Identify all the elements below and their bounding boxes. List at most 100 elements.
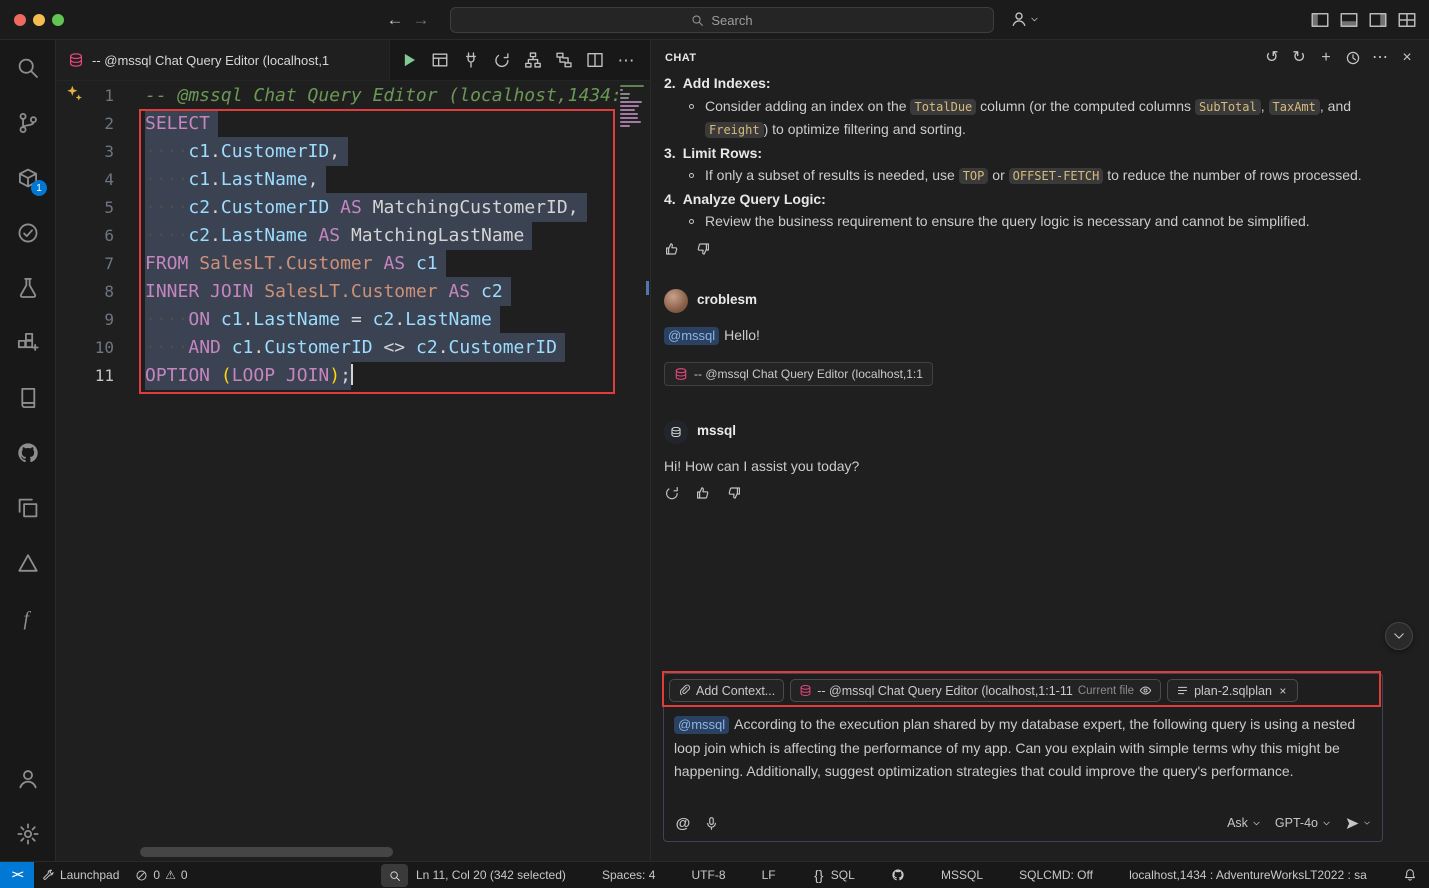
chat-message-list[interactable]: 2.Add Indexes:Consider adding an index o… (651, 76, 1429, 672)
mention-button[interactable]: @ (675, 815, 691, 831)
status-bar-item[interactable]: localhost,1434 : AdventureWorksLT2022 : … (1125, 862, 1371, 888)
status-bar-item[interactable]: Spaces: 4 (598, 862, 659, 888)
status-bar-item[interactable]: SQLCMD: Off (1015, 862, 1097, 888)
activity-bar-item-search[interactable] (0, 40, 56, 95)
command-center-search[interactable]: Search (450, 7, 994, 33)
code-line-content[interactable]: OPTION (LOOP JOIN); (145, 362, 353, 390)
code-line-content[interactable]: ····ON c1.LastName = c2.LastName (145, 306, 500, 334)
play-icon[interactable] (400, 51, 418, 69)
close-icon[interactable]: × (1399, 50, 1415, 66)
minimize-window-button[interactable] (33, 14, 45, 26)
thumb-down-icon[interactable] (726, 485, 742, 501)
activity-bar-item-package[interactable]: 1 (0, 150, 56, 205)
history-icon[interactable] (1345, 50, 1361, 66)
send-button[interactable] (1345, 816, 1371, 831)
chat-list-item-label: Limit Rows: (683, 145, 762, 161)
chat-list-item-label: Add Indexes: (683, 76, 771, 91)
activity-bar-item-triangle[interactable] (0, 535, 56, 590)
plug-icon[interactable] (462, 51, 480, 69)
activity-bar-item-copy-squares[interactable] (0, 480, 56, 535)
code-line-content[interactable]: FROM SalesLT.Customer AS c1 (145, 250, 446, 278)
layout-right-icon[interactable] (1368, 10, 1388, 30)
mic-button[interactable] (704, 816, 719, 831)
mode-picker[interactable]: Ask (1227, 816, 1261, 830)
context-chip[interactable]: Add Context... (669, 679, 784, 702)
status-bar-item[interactable]: Ln 11, Col 20 (342 selected) (412, 862, 570, 888)
horizontal-scrollbar[interactable] (140, 847, 393, 857)
code-text: ····c1.CustomerID, (145, 137, 348, 166)
eye-icon[interactable] (1139, 684, 1152, 697)
code-line-content[interactable]: ····AND c1.CustomerID <> c2.CustomerID (145, 334, 565, 362)
chat-input-text[interactable]: @mssqlAccording to the execution plan sh… (664, 707, 1382, 784)
code-line-content[interactable]: ····c2.LastName AS MatchingLastName (145, 222, 532, 250)
status-bar-item[interactable]: {}SQL (808, 862, 859, 888)
table-icon[interactable] (431, 51, 449, 69)
warning-icon: ⚠ (165, 868, 176, 882)
close-window-button[interactable] (14, 14, 26, 26)
code-line-content[interactable]: ····c2.CustomerID AS MatchingCustomerID, (145, 194, 587, 222)
plan-icon[interactable] (555, 51, 573, 69)
code-editor[interactable]: 1-- @mssql Chat Query Editor (localhost,… (56, 81, 650, 861)
status-bar-item[interactable]: MSSQL (937, 862, 987, 888)
layout-grid-icon[interactable] (1397, 10, 1417, 30)
launchpad-button[interactable]: Launchpad (34, 862, 127, 888)
go-forward-button[interactable]: → (412, 11, 430, 29)
activity-bar-item-function-f[interactable]: f (0, 590, 56, 645)
problems-button[interactable]: 0 ⚠ 0 (127, 862, 195, 888)
chevron-down-icon (1030, 15, 1039, 24)
thumb-down-icon[interactable] (695, 241, 711, 257)
code-line: 5····c2.CustomerID AS MatchingCustomerID… (56, 194, 650, 222)
undo-icon[interactable]: ↺ (1264, 50, 1280, 66)
more-icon[interactable]: ⋯ (617, 51, 635, 69)
refresh-icon[interactable] (493, 51, 511, 69)
status-bar-item[interactable]: UTF-8 (688, 862, 730, 888)
attached-file-chip[interactable]: -- @mssql Chat Query Editor (localhost,1… (664, 362, 933, 386)
code-line-content[interactable]: -- @mssql Chat Query Editor (localhost,1… (145, 82, 622, 110)
layout-panel-icon[interactable] (1339, 10, 1359, 30)
error-icon (135, 869, 148, 882)
more-icon[interactable]: ⋯ (1372, 50, 1388, 66)
activity-bar-item-beaker[interactable] (0, 260, 56, 315)
go-back-button[interactable]: ← (386, 11, 404, 29)
minimap-line (620, 105, 639, 107)
code-line-content[interactable]: ····c1.CustomerID, (145, 138, 348, 166)
activity-bar-item-book[interactable] (0, 370, 56, 425)
status-bar-item[interactable]: LF (758, 862, 780, 888)
activity-bar-item-extensions[interactable] (0, 315, 56, 370)
mention-chip[interactable]: @mssql (664, 327, 719, 345)
retry-icon[interactable] (664, 485, 680, 501)
code-line-content[interactable]: ····c1.LastName, (145, 166, 326, 194)
chat-input-box[interactable]: Add Context... -- @mssql Chat Query Edito… (663, 673, 1383, 842)
minimap[interactable] (620, 85, 644, 129)
hierarchy-icon[interactable] (524, 51, 542, 69)
thumb-up-icon[interactable] (695, 485, 711, 501)
scroll-to-bottom-button[interactable] (1385, 622, 1413, 650)
remote-indicator[interactable]: >< (0, 862, 34, 888)
account-menu-button[interactable] (1010, 10, 1039, 28)
activity-bar-item-account[interactable] (0, 751, 56, 806)
line-number: 4 (56, 166, 114, 194)
chevron-down-icon (1252, 819, 1261, 828)
model-picker[interactable]: GPT-4o (1275, 816, 1331, 830)
layout-left-icon[interactable] (1310, 10, 1330, 30)
mention-chip[interactable]: @mssql (674, 716, 729, 734)
activity-bar-item-gear[interactable] (0, 806, 56, 861)
plus-icon[interactable]: + (1318, 50, 1334, 66)
code-line-content[interactable]: INNER JOIN SalesLT.Customer AS c2 (145, 278, 511, 306)
thumb-up-icon[interactable] (664, 241, 680, 257)
activity-bar-item-github[interactable] (0, 425, 56, 480)
editor-region: -- @mssql Chat Query Editor (localhost,1… (56, 40, 650, 861)
close-small-icon[interactable]: × (1277, 685, 1289, 697)
zoom-button[interactable] (381, 864, 408, 887)
status-bar-item[interactable] (887, 862, 909, 888)
context-chip[interactable]: -- @mssql Chat Query Editor (localhost,1… (790, 679, 1161, 702)
status-bar-item[interactable] (1399, 862, 1421, 888)
editor-tab[interactable]: -- @mssql Chat Query Editor (localhost,1 (56, 40, 390, 80)
activity-bar-item-source-control[interactable] (0, 95, 56, 150)
activity-bar-item-check-circle[interactable] (0, 205, 56, 260)
redo-icon[interactable]: ↻ (1291, 50, 1307, 66)
context-chip[interactable]: plan-2.sqlplan× (1167, 679, 1298, 702)
split-icon[interactable] (586, 51, 604, 69)
code-line-content[interactable]: SELECT (145, 110, 218, 138)
maximize-window-button[interactable] (52, 14, 64, 26)
